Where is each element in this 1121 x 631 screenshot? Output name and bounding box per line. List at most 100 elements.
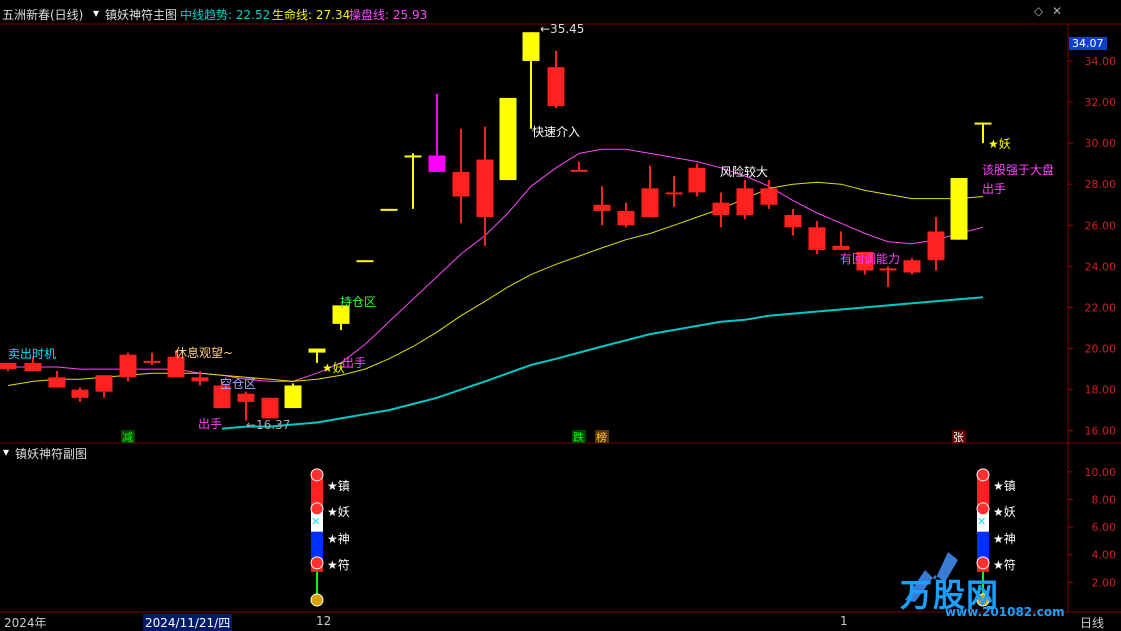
period-label[interactable]: 日线 <box>1080 614 1104 631</box>
candle-body <box>261 397 279 419</box>
candle-body <box>284 385 302 409</box>
y-tick-label: 34.00 <box>1085 55 1117 68</box>
chart-annotation: 出手 <box>198 417 222 431</box>
candle-body <box>665 192 683 195</box>
trade-line-readout: 操盘线: 25.93 <box>349 6 427 23</box>
lifeline-value: 27.34 <box>315 8 351 22</box>
gem-icon <box>310 502 324 516</box>
candle-body <box>48 377 66 388</box>
candle-body <box>903 260 921 273</box>
midline-trend-readout: 中线趋势: 22.52 <box>180 6 270 23</box>
candle-body <box>308 348 326 353</box>
time-axis-cursor-date: 2024/11/21/四 <box>143 614 233 631</box>
time-axis-year: 2024年 <box>4 616 47 630</box>
butterfly-icon: ✕ <box>977 515 986 528</box>
chart-annotation: 该股强于大盘 <box>982 162 1054 177</box>
chart-canvas[interactable]: 16.0018.0020.0022.0024.0026.0028.0030.00… <box>0 0 1121 631</box>
candle-body <box>380 208 398 211</box>
candle-body <box>760 188 778 205</box>
sub-panel-title[interactable]: 镇妖神符副图 <box>15 445 87 462</box>
candle-body <box>119 354 137 378</box>
gem-icon <box>976 468 990 482</box>
signal-label: ★神 <box>327 532 350 546</box>
signal-marker: 减 <box>122 431 133 444</box>
signal-label: ★妖 <box>327 505 350 519</box>
y-tick-label: 16.00 <box>1085 425 1117 438</box>
candle-body <box>688 167 706 193</box>
chart-annotation: 快速介入 <box>532 125 580 139</box>
watermark-url: www.201082.com <box>945 605 1065 619</box>
signal-label: ★镇 <box>993 479 1016 493</box>
window-close-icon[interactable]: ✕ <box>1052 4 1062 18</box>
lifeline-label: 生命线: <box>272 8 316 22</box>
stock-title: 五洲新春(日线) <box>2 8 84 22</box>
candle-body <box>617 210 635 226</box>
candle-body <box>143 360 161 363</box>
candle-body <box>522 32 540 61</box>
candle-body <box>24 362 42 372</box>
signal-marker: 跌 <box>573 430 584 444</box>
candle-body <box>452 171 470 197</box>
candle-body <box>974 122 992 125</box>
candle-body <box>237 393 255 402</box>
sub-y-tick-label: 8.00 <box>1092 493 1117 506</box>
chart-annotation: ★妖 <box>988 137 1011 151</box>
signal-label: ★妖 <box>993 505 1016 519</box>
candle-body <box>356 260 374 263</box>
midline-trend-value: 22.52 <box>235 8 271 22</box>
time-axis-month-12: 12 <box>316 614 332 628</box>
chart-annotation: 有回调能力 <box>840 252 900 266</box>
candle-body <box>570 169 588 172</box>
candle-body <box>784 215 802 228</box>
money-bag-icon <box>310 593 324 607</box>
signal-column-segment <box>977 531 989 560</box>
indicator-title[interactable]: 镇妖神符主图 <box>105 6 177 23</box>
y-tick-label: 30.00 <box>1085 137 1117 150</box>
candle-body <box>641 188 659 218</box>
signal-column-segment <box>311 531 323 560</box>
sub-panel-dropdown-icon[interactable]: ▾ <box>3 445 9 459</box>
candle-body <box>832 245 850 250</box>
y-tick-label: 26.00 <box>1085 219 1117 232</box>
sub-y-tick-label: 4.00 <box>1092 549 1117 562</box>
candle-body <box>950 178 968 240</box>
indicator-dropdown-icon[interactable]: ▾ <box>93 6 99 20</box>
candle-body <box>476 159 494 218</box>
candle-body <box>712 202 730 216</box>
indicator-line-1 <box>7 181 984 386</box>
signal-marker: 张 <box>953 431 964 444</box>
signal-column-segment <box>977 477 989 506</box>
y-tick-label: 22.00 <box>1085 301 1117 314</box>
signal-column-segment <box>311 477 323 506</box>
price-flag: 34.07 <box>1069 37 1107 50</box>
y-tick-label: 32.00 <box>1085 96 1117 109</box>
signal-marker: 榜 <box>596 430 607 444</box>
chart-annotation: 出手 <box>982 182 1006 196</box>
y-tick-label: 18.00 <box>1085 384 1117 397</box>
midline-trend-label: 中线趋势: <box>180 8 236 22</box>
candle-body <box>404 155 422 158</box>
y-tick-label: 28.00 <box>1085 178 1117 191</box>
chart-annotation: 出手 <box>342 356 366 370</box>
butterfly-icon: ✕ <box>311 515 320 528</box>
chart-annotation: 卖出时机 <box>8 347 56 361</box>
candle-body <box>808 227 826 250</box>
chart-annotation: 风险较大 <box>720 164 768 179</box>
candle-body <box>879 268 897 271</box>
sub-y-tick-label: 6.00 <box>1092 521 1117 534</box>
sub-y-tick-label: 2.00 <box>1092 576 1117 589</box>
trade-line-value: 25.93 <box>392 8 428 22</box>
trade-line-label: 操盘线: <box>349 8 393 22</box>
signal-label: ★神 <box>993 532 1016 546</box>
sub-y-tick-label: 10.00 <box>1085 466 1117 479</box>
chart-annotation: ←16.37 <box>246 418 290 432</box>
candle-body <box>191 377 209 382</box>
y-tick-label: 20.00 <box>1085 343 1117 356</box>
gem-icon <box>310 468 324 482</box>
chart-annotation: 休息观望~ <box>175 345 233 360</box>
window-diamond-icon[interactable]: ◇ <box>1034 4 1043 18</box>
candle-body <box>95 375 113 392</box>
candle-body <box>593 204 611 211</box>
signal-label: ★符 <box>327 557 350 572</box>
gem-icon <box>976 556 990 570</box>
